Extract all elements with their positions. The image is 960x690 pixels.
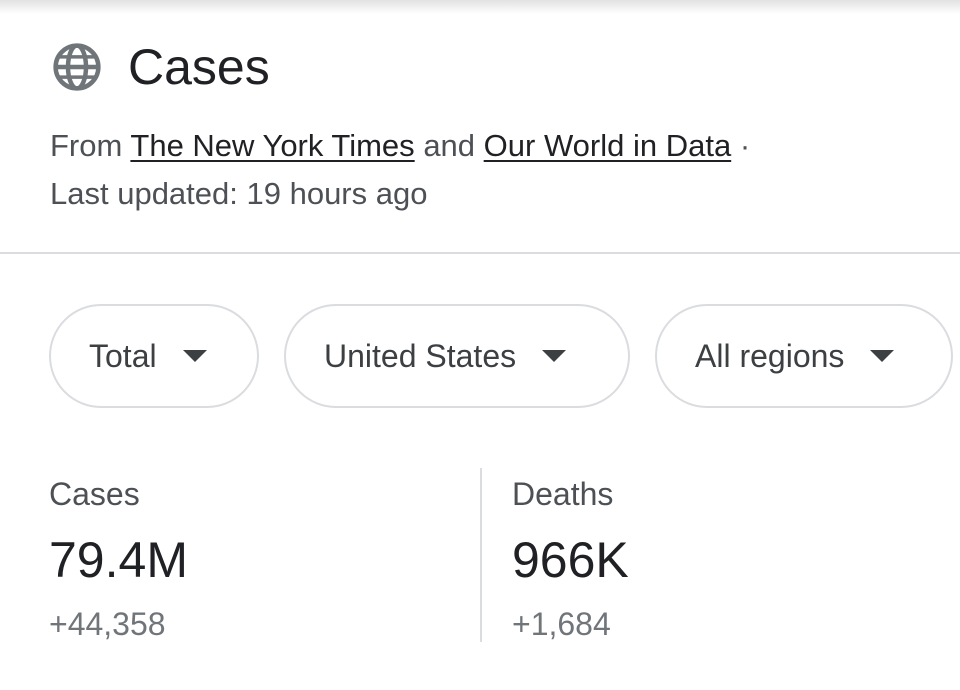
filter-chip-region[interactable]: All regions — [655, 304, 953, 408]
stat-change: +1,684 — [512, 606, 611, 642]
last-updated: Last updated: 19 hours ago — [50, 176, 428, 211]
source-and: and — [423, 128, 476, 163]
top-shadow — [0, 0, 960, 14]
stat-cases: Cases 79.4M +44,358 — [49, 474, 188, 644]
stat-value: 79.4M — [49, 532, 188, 588]
dropdown-caret-icon — [542, 350, 567, 362]
stat-label: Deaths — [512, 476, 614, 512]
page-title: Cases — [128, 39, 270, 95]
stat-deaths: Deaths 966K +1,684 — [512, 474, 629, 644]
filter-chip-total[interactable]: Total — [49, 304, 259, 408]
stat-change: +44,358 — [49, 606, 166, 642]
dropdown-caret-icon — [182, 350, 207, 362]
stat-divider — [480, 468, 482, 642]
card-header: Cases — [50, 38, 270, 96]
source-attribution: From The New York Times and Our World in… — [50, 122, 750, 218]
filter-chip-country[interactable]: United States — [284, 304, 630, 408]
filter-chip-label: United States — [324, 337, 517, 374]
dropdown-caret-icon — [870, 350, 895, 362]
nyt-link[interactable]: The New York Times — [130, 128, 414, 163]
owid-link[interactable]: Our World in Data — [484, 128, 732, 163]
source-line: From The New York Times and Our World in… — [50, 122, 750, 170]
stat-label: Cases — [49, 476, 140, 512]
filter-chip-label: Total — [89, 337, 157, 374]
source-separator: · — [739, 128, 751, 163]
source-prefix: From — [50, 128, 123, 163]
filter-chip-label: All regions — [695, 337, 845, 374]
globe-icon — [53, 43, 101, 91]
divider — [0, 252, 960, 254]
stat-value: 966K — [512, 532, 629, 588]
